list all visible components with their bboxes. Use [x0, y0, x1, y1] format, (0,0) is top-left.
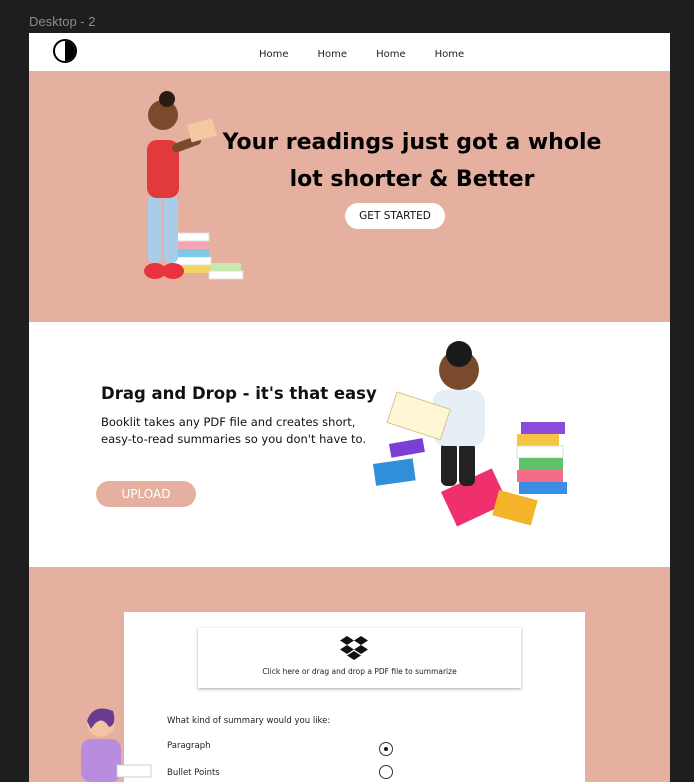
reading-man-illustration	[373, 341, 567, 527]
frame-title: Desktop - 2	[29, 14, 96, 29]
dropzone-instruction: Click here or drag and drop a PDF file t…	[262, 667, 457, 676]
reading-girl-illustration	[81, 708, 152, 782]
feature-title: Drag and Drop - it's that easy	[101, 384, 377, 403]
summary-type-question: What kind of summary would you like:	[167, 716, 331, 726]
pdf-dropzone[interactable]: Click here or drag and drop a PDF file t…	[198, 628, 521, 688]
feature-description: Booklit takes any PDF file and creates s…	[101, 415, 366, 446]
drag-drop-section: Drag and Drop - it's that easy Booklit t…	[29, 322, 670, 567]
hero-section: Your readings just got a whole lot short…	[29, 71, 670, 322]
nav-link-home-3[interactable]: Home	[376, 49, 406, 60]
hero-title: Your readings just got a whole lot short…	[217, 124, 607, 198]
nav-link-home-1[interactable]: Home	[259, 49, 289, 60]
nav-links: Home Home Home Home	[259, 49, 464, 60]
desktop-frame: Home Home Home Home Your readings just g…	[29, 33, 670, 782]
logo-icon[interactable]	[53, 39, 77, 63]
nav-link-home-4[interactable]: Home	[435, 49, 465, 60]
hero-title-line-2: lot shorter & Better	[289, 167, 535, 192]
hero-title-line-1: Your readings just got a whole	[222, 130, 602, 155]
dropbox-icon	[340, 636, 368, 660]
upload-button[interactable]: UPLOAD	[96, 481, 196, 507]
top-nav: Home Home Home Home	[29, 33, 670, 71]
nav-link-home-2[interactable]: Home	[318, 49, 348, 60]
paragraph-radio[interactable]	[379, 742, 393, 756]
get-started-button[interactable]: GET STARTED	[345, 203, 445, 229]
bullet-points-radio[interactable]	[379, 765, 393, 779]
summarize-section: Click here or drag and drop a PDF file t…	[29, 567, 670, 782]
option-paragraph-label: Paragraph	[167, 741, 211, 751]
option-bullet-points-label: Bullet Points	[167, 768, 220, 778]
summarize-card: Click here or drag and drop a PDF file t…	[124, 612, 585, 782]
